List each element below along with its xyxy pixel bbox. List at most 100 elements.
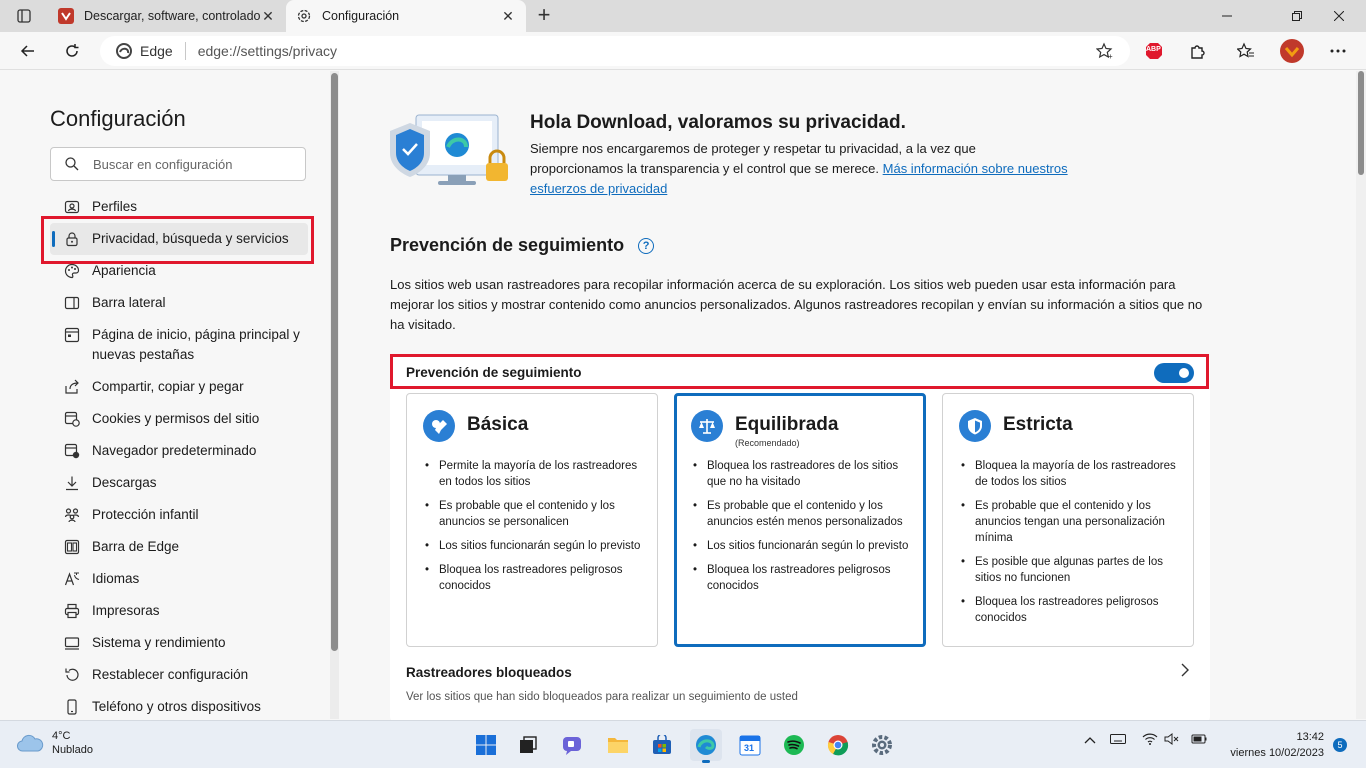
- system-icon: [64, 633, 80, 653]
- refresh-icon: [66, 44, 79, 57]
- battery-button[interactable]: [1190, 733, 1208, 748]
- section-title-text: Prevención de seguimiento: [390, 235, 625, 255]
- section-description: Los sitios web usan rastreadores para re…: [390, 277, 1203, 332]
- sidebar-title: Configuración: [50, 106, 186, 131]
- chevron-up-icon: [1084, 737, 1096, 744]
- sidebar-item-compartir[interactable]: Compartir, copiar y pegar: [50, 377, 308, 397]
- phone-icon: [64, 697, 80, 717]
- new-tab-button[interactable]: +: [532, 4, 556, 28]
- chrome-icon: [827, 735, 849, 756]
- url-text[interactable]: edge://settings/privacy: [198, 43, 337, 59]
- minimize-icon: [1222, 15, 1232, 17]
- volume-muted-icon: [1164, 733, 1179, 745]
- sidebar-item-label: Impresoras: [92, 603, 160, 618]
- sidebar-item-barra-edge[interactable]: Barra de Edge: [50, 537, 308, 557]
- show-hidden-icons-button[interactable]: [1084, 733, 1096, 747]
- extensions-button[interactable]: [1184, 37, 1212, 65]
- sidebar-item-apariencia[interactable]: Apariencia: [50, 261, 308, 281]
- scrollbar-thumb[interactable]: [331, 73, 338, 651]
- sidebar-item-pagina-inicio[interactable]: Página de inicio, página principal y nue…: [50, 325, 308, 365]
- option-equilibrada[interactable]: Equilibrada (Recomendado) Bloquea los ra…: [674, 393, 926, 647]
- tab-actions-icon: [17, 9, 31, 23]
- tab-bar: Descargar, software, controladores ✕ Con…: [0, 0, 1366, 32]
- main-scrollbar[interactable]: [1356, 71, 1366, 719]
- notification-badge[interactable]: 5: [1333, 738, 1347, 752]
- favorites-button[interactable]: [1232, 37, 1260, 65]
- windows-icon: [476, 735, 496, 755]
- tab-actions-button[interactable]: [8, 4, 40, 28]
- sidebar-item-restablecer[interactable]: Restablecer configuración: [50, 665, 308, 685]
- settings-search[interactable]: [50, 147, 306, 181]
- clock-date: viernes 10/02/2023: [1230, 747, 1324, 759]
- sidebar-icon: [64, 293, 80, 313]
- bullet: Es probable que el contenido y los anunc…: [959, 498, 1185, 546]
- browser-toolbar: Edge edge://settings/privacy + ABP: [0, 32, 1366, 70]
- restore-button[interactable]: [1274, 0, 1320, 32]
- spotify-icon: [784, 735, 804, 755]
- tab-descargar[interactable]: Descargar, software, controladores ✕: [48, 0, 286, 32]
- chrome-button[interactable]: [822, 729, 854, 761]
- sidebar-item-cookies[interactable]: Cookies y permisos del sitio: [50, 409, 308, 429]
- gear-icon: [296, 8, 312, 24]
- scrollbar-thumb[interactable]: [1358, 71, 1364, 175]
- sidebar-item-proteccion-infantil[interactable]: Protección infantil: [50, 505, 308, 525]
- search-input[interactable]: [93, 156, 293, 172]
- sidebar-item-descargas[interactable]: Descargas: [50, 473, 308, 493]
- sidebar-item-impresoras[interactable]: Impresoras: [50, 601, 308, 621]
- sidebar-item-sistema[interactable]: Sistema y rendimiento: [50, 633, 308, 653]
- calendar-button[interactable]: 31: [734, 729, 766, 761]
- option-bullets: Permite la mayoría de los rastreadores e…: [423, 458, 649, 602]
- sidebar-item-telefono[interactable]: Teléfono y otros dispositivos: [50, 697, 308, 717]
- volume-button[interactable]: [1164, 733, 1180, 748]
- spotify-button[interactable]: [778, 729, 810, 761]
- clock[interactable]: 13:42 viernes 10/02/2023: [1228, 729, 1324, 761]
- help-icon[interactable]: ?: [638, 237, 655, 254]
- more-options-button[interactable]: [1324, 37, 1352, 65]
- sidebar-item-perfiles[interactable]: Perfiles: [50, 197, 308, 217]
- language-icon: [64, 569, 80, 589]
- tab-close-icon[interactable]: ✕: [500, 8, 516, 25]
- store-icon: [653, 735, 671, 754]
- sidebar-item-label: Protección infantil: [92, 507, 199, 522]
- task-view-button[interactable]: [512, 729, 544, 761]
- keyboard-button[interactable]: [1110, 733, 1126, 748]
- minimize-button[interactable]: [1204, 0, 1250, 32]
- address-bar[interactable]: Edge edge://settings/privacy +: [100, 36, 1130, 66]
- tab-close-icon[interactable]: ✕: [260, 8, 276, 25]
- option-basica[interactable]: Básica Permite la mayoría de los rastrea…: [406, 393, 658, 647]
- bullet: Permite la mayoría de los rastreadores e…: [423, 458, 649, 490]
- sidebar-scrollbar[interactable]: [330, 71, 339, 719]
- weather-widget[interactable]: 4°C Nublado: [16, 729, 93, 757]
- sidebar-item-idiomas[interactable]: Idiomas: [50, 569, 308, 589]
- add-favorite-icon[interactable]: +: [1095, 42, 1114, 63]
- start-button[interactable]: [470, 729, 502, 761]
- refresh-button[interactable]: [58, 37, 86, 65]
- file-explorer-button[interactable]: [602, 729, 634, 761]
- wifi-button[interactable]: [1142, 733, 1158, 748]
- sidebar-item-label: Sistema y rendimiento: [92, 635, 226, 650]
- option-header: Estricta: [959, 410, 1073, 442]
- store-button[interactable]: [646, 729, 678, 761]
- sidebar-item-navegador[interactable]: Navegador predeterminado: [50, 441, 308, 461]
- settings-taskbar-button[interactable]: [866, 729, 898, 761]
- bullet: Bloquea la mayoría de los rastreadores d…: [959, 458, 1185, 490]
- tab-configuracion[interactable]: Configuración ✕: [286, 0, 526, 32]
- printer-icon: [64, 601, 80, 621]
- sidebar-item-label: Página de inicio, página principal y nue…: [92, 327, 300, 362]
- close-window-button[interactable]: [1316, 0, 1362, 32]
- blocked-trackers-title[interactable]: Rastreadores bloqueados: [406, 665, 572, 680]
- folder-icon: [608, 738, 628, 753]
- task-view-icon: [520, 736, 537, 753]
- divider: [184, 42, 186, 60]
- edge-taskbar-button[interactable]: [690, 729, 722, 763]
- chevron-right-icon[interactable]: [1180, 663, 1190, 682]
- keyboard-icon: [1110, 734, 1126, 744]
- back-button[interactable]: [14, 37, 42, 65]
- sidebar-item-barra-lateral[interactable]: Barra lateral: [50, 293, 308, 313]
- avatar: [1280, 39, 1304, 63]
- chat-button[interactable]: [556, 729, 588, 761]
- option-estricta[interactable]: Estricta Bloquea la mayoría de los rastr…: [942, 393, 1194, 647]
- profile-avatar-button[interactable]: [1278, 37, 1306, 65]
- reset-icon: [64, 665, 80, 685]
- adblock-extension-button[interactable]: ABP: [1140, 37, 1168, 65]
